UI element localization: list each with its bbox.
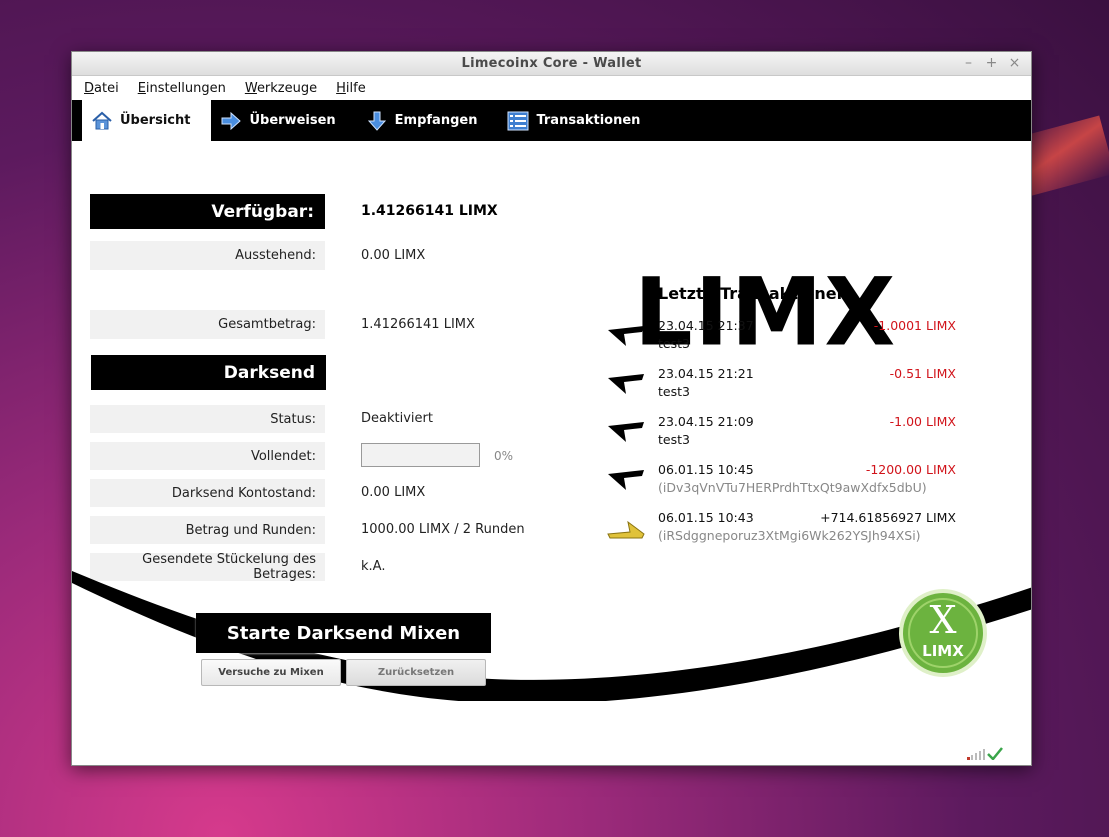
transaction-amount: -1200.00 LIMX	[865, 462, 956, 477]
darksend-amount-rounds-label: Betrag und Runden:	[90, 516, 325, 544]
transaction-row[interactable]: 23.04.15 21:37 -1.0001 LIMX test3	[606, 318, 958, 358]
title-bar[interactable]: Limecoinx Core - Wallet – + ×	[72, 52, 1031, 76]
status-bar	[967, 746, 1003, 760]
wallet-window: Limecoinx Core - Wallet – + × Datei Eins…	[71, 51, 1032, 766]
transaction-row[interactable]: 06.01.15 10:45 -1200.00 LIMX (iDv3qVnVTu7H…	[606, 462, 958, 502]
close-icon[interactable]: ×	[1008, 55, 1021, 71]
synced-check-icon[interactable]	[987, 746, 1003, 760]
transaction-amount: -1.00 LIMX	[889, 414, 956, 429]
tab-receive[interactable]: Empfangen	[357, 100, 499, 141]
menu-datei[interactable]: Datei	[84, 81, 119, 96]
transaction-date: 23.04.15 21:37	[658, 318, 754, 333]
overview-page: Verfügbar: 1.41266141 LIMX Ausstehend: 0…	[72, 141, 1031, 765]
transaction-date: 06.01.15 10:43	[658, 510, 754, 525]
transaction-date: 06.01.15 10:45	[658, 462, 754, 477]
darksend-progress-percent: 0%	[494, 449, 514, 463]
tab-receive-label: Empfangen	[394, 113, 478, 128]
darksend-balance-label: Darksend Kontostand:	[90, 479, 325, 507]
menu-hilfe[interactable]: Hilfe	[336, 81, 366, 96]
main-toolbar: Übersicht Überweisen Empfangen Transakti…	[72, 100, 1031, 141]
transaction-date: 23.04.15 21:09	[658, 414, 754, 429]
send-arrow-icon	[220, 110, 242, 132]
received-transaction-icon	[607, 520, 645, 539]
pending-label: Ausstehend:	[90, 241, 325, 270]
tab-transactions[interactable]: Transaktionen	[498, 100, 661, 141]
transaction-amount: +714.61856927 LIMX	[820, 510, 956, 525]
window-title: Limecoinx Core - Wallet	[461, 56, 642, 71]
tab-send[interactable]: Überweisen	[211, 100, 356, 141]
menu-einstellungen[interactable]: Einstellungen	[138, 81, 226, 96]
reset-button[interactable]: Zurücksetzen	[346, 659, 486, 686]
transaction-label: test3	[658, 336, 690, 351]
network-signal-icon[interactable]	[967, 748, 985, 760]
transaction-label: test3	[658, 384, 690, 399]
darksend-status-label: Status:	[90, 405, 325, 433]
list-icon	[507, 110, 529, 132]
sent-transaction-icon	[608, 470, 644, 490]
tab-overview[interactable]: Übersicht	[82, 100, 212, 141]
darksend-balance-value: 0.00 LIMX	[361, 485, 426, 500]
darksend-progress-bar	[361, 443, 480, 467]
darksend-status-value: Deaktiviert	[361, 411, 433, 426]
darksend-completed-label: Vollendet:	[90, 442, 325, 470]
tab-send-label: Überweisen	[249, 113, 336, 128]
transaction-row[interactable]: 23.04.15 21:21 -0.51 LIMX test3	[606, 366, 958, 406]
total-label: Gesamtbetrag:	[90, 310, 325, 339]
sent-transaction-icon	[608, 374, 644, 394]
coin-name-text: LIMX	[922, 642, 964, 660]
darksend-amount-rounds-value: 1000.00 LIMX / 2 Runden	[361, 522, 525, 537]
transaction-row[interactable]: 23.04.15 21:09 -1.00 LIMX test3	[606, 414, 958, 454]
transaction-label: (iRSdggneporuz3XtMgi6Wk262YSJh94XSi)	[658, 528, 921, 543]
transaction-date: 23.04.15 21:21	[658, 366, 754, 381]
transaction-row[interactable]: 06.01.15 10:43 +714.61856927 LIMX (iRSdggn…	[606, 510, 958, 550]
pending-value: 0.00 LIMX	[361, 248, 426, 263]
transaction-amount: -1.0001 LIMX	[873, 318, 956, 333]
home-icon	[91, 110, 113, 132]
available-value: 1.41266141 LIMX	[361, 203, 498, 219]
coin-x-text: X	[929, 598, 956, 642]
try-mix-button[interactable]: Versuche zu Mixen	[201, 659, 341, 686]
maximize-icon[interactable]: +	[985, 55, 998, 71]
menu-werkzeuge[interactable]: Werkzeuge	[245, 81, 317, 96]
sent-transaction-icon	[608, 326, 644, 346]
darksend-heading: Darksend	[91, 355, 326, 390]
transaction-amount: -0.51 LIMX	[889, 366, 956, 381]
tab-overview-label: Übersicht	[120, 113, 191, 128]
menu-bar: Datei Einstellungen Werkzeuge Hilfe	[72, 76, 1031, 100]
transaction-label: test3	[658, 432, 690, 447]
recent-transactions-title: Letzte Transaktionen	[658, 284, 849, 303]
transaction-label: (iDv3qVnVTu7HERPrdhTtxQt9awXdfx5dbU)	[658, 480, 927, 495]
total-value: 1.41266141 LIMX	[361, 317, 475, 332]
start-darksend-button[interactable]: Starte Darksend Mixen	[196, 613, 491, 653]
receive-arrow-icon	[366, 110, 388, 132]
minimize-icon[interactable]: –	[962, 55, 975, 71]
tab-transactions-label: Transaktionen	[536, 113, 641, 128]
sent-transaction-icon	[608, 422, 644, 442]
available-label: Verfügbar:	[90, 194, 325, 229]
limx-coin-logo: X LIMX	[899, 589, 987, 677]
